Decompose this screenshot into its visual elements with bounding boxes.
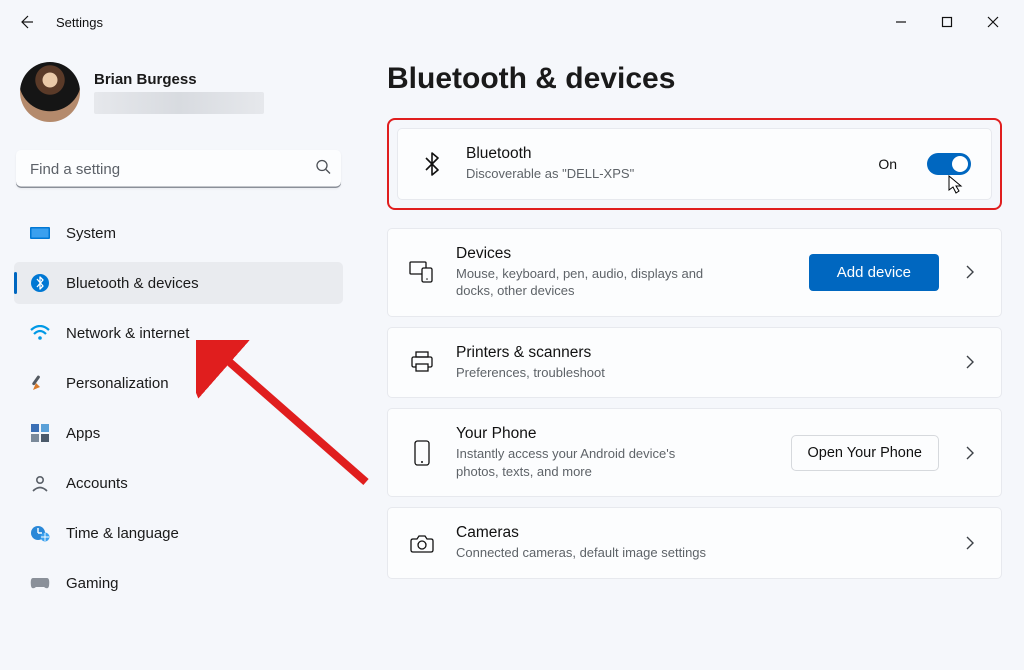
window-title: Settings	[56, 15, 103, 30]
sidebar-item-personalization[interactable]: Personalization	[14, 362, 343, 404]
card-subtitle: Mouse, keyboard, pen, audio, displays an…	[456, 265, 716, 300]
sidebar-item-label: Bluetooth & devices	[66, 275, 199, 292]
sidebar-item-accounts[interactable]: Accounts	[14, 462, 343, 504]
apps-icon	[30, 423, 50, 443]
card-subtitle: Instantly access your Android device's p…	[456, 445, 716, 480]
sidebar-item-time[interactable]: Time & language	[14, 512, 343, 554]
sidebar-item-label: Time & language	[66, 525, 179, 542]
chevron-right-icon	[959, 265, 981, 279]
card-title: Bluetooth	[466, 145, 858, 163]
bluetooth-icon	[30, 273, 50, 293]
devices-card[interactable]: Devices Mouse, keyboard, pen, audio, dis…	[387, 228, 1002, 317]
close-icon	[987, 16, 999, 28]
gaming-icon	[30, 573, 50, 593]
close-button[interactable]	[970, 7, 1016, 37]
card-subtitle: Connected cameras, default image setting…	[456, 544, 939, 562]
titlebar: Settings	[0, 0, 1024, 44]
bluetooth-toggle-card[interactable]: Bluetooth Discoverable as "DELL-XPS" On	[397, 128, 992, 200]
system-icon	[30, 223, 50, 243]
sidebar-item-label: System	[66, 225, 116, 242]
minimize-button[interactable]	[878, 7, 924, 37]
sidebar-item-label: Personalization	[66, 375, 169, 392]
sidebar-item-label: Accounts	[66, 475, 128, 492]
back-button[interactable]	[8, 4, 44, 40]
window-controls	[878, 7, 1016, 37]
avatar	[20, 62, 80, 122]
search-icon	[315, 159, 331, 180]
profile-email-redacted	[94, 92, 264, 114]
paintbrush-icon	[30, 373, 50, 393]
phone-icon	[408, 440, 436, 466]
devices-icon	[408, 261, 436, 283]
chevron-right-icon	[959, 355, 981, 369]
maximize-icon	[941, 16, 953, 28]
clock-globe-icon	[30, 523, 50, 543]
content-area: Bluetooth & devices Bluetooth Discoverab…	[359, 44, 1010, 670]
chevron-right-icon	[959, 536, 981, 550]
accounts-icon	[30, 473, 50, 493]
sidebar-item-system[interactable]: System	[14, 212, 343, 254]
maximize-button[interactable]	[924, 7, 970, 37]
sidebar-item-label: Network & internet	[66, 325, 189, 342]
sidebar: Brian Burgess System Bluetooth & dev	[14, 44, 359, 670]
sidebar-item-apps[interactable]: Apps	[14, 412, 343, 454]
card-title: Devices	[456, 245, 789, 263]
profile-name: Brian Burgess	[94, 71, 264, 88]
minimize-icon	[895, 16, 907, 28]
sidebar-item-label: Gaming	[66, 575, 119, 592]
card-title: Your Phone	[456, 425, 771, 443]
bluetooth-icon	[418, 152, 446, 176]
card-subtitle: Discoverable as "DELL-XPS"	[466, 165, 858, 183]
printers-card[interactable]: Printers & scanners Preferences, trouble…	[387, 327, 1002, 399]
sidebar-item-network[interactable]: Network & internet	[14, 312, 343, 354]
cursor-icon	[947, 175, 963, 195]
printer-icon	[408, 351, 436, 373]
sidebar-item-label: Apps	[66, 425, 100, 442]
profile-block[interactable]: Brian Burgess	[14, 44, 343, 132]
sidebar-item-bluetooth[interactable]: Bluetooth & devices	[14, 262, 343, 304]
page-title: Bluetooth & devices	[387, 62, 1002, 96]
search-container	[16, 150, 341, 188]
open-your-phone-button[interactable]: Open Your Phone	[791, 435, 940, 471]
your-phone-card[interactable]: Your Phone Instantly access your Android…	[387, 408, 1002, 497]
cameras-card[interactable]: Cameras Connected cameras, default image…	[387, 507, 1002, 579]
camera-icon	[408, 533, 436, 553]
annotation-highlight: Bluetooth Discoverable as "DELL-XPS" On	[387, 118, 1002, 210]
chevron-right-icon	[959, 446, 981, 460]
wifi-icon	[30, 323, 50, 343]
toggle-state-label: On	[878, 156, 897, 172]
sidebar-item-gaming[interactable]: Gaming	[14, 562, 343, 604]
bluetooth-toggle[interactable]	[927, 153, 971, 175]
search-input[interactable]	[16, 150, 341, 188]
nav-list: System Bluetooth & devices Network & int…	[14, 212, 343, 612]
card-title: Cameras	[456, 524, 939, 542]
arrow-left-icon	[18, 14, 34, 30]
add-device-button[interactable]: Add device	[809, 254, 939, 291]
card-subtitle: Preferences, troubleshoot	[456, 364, 939, 382]
card-title: Printers & scanners	[456, 344, 939, 362]
